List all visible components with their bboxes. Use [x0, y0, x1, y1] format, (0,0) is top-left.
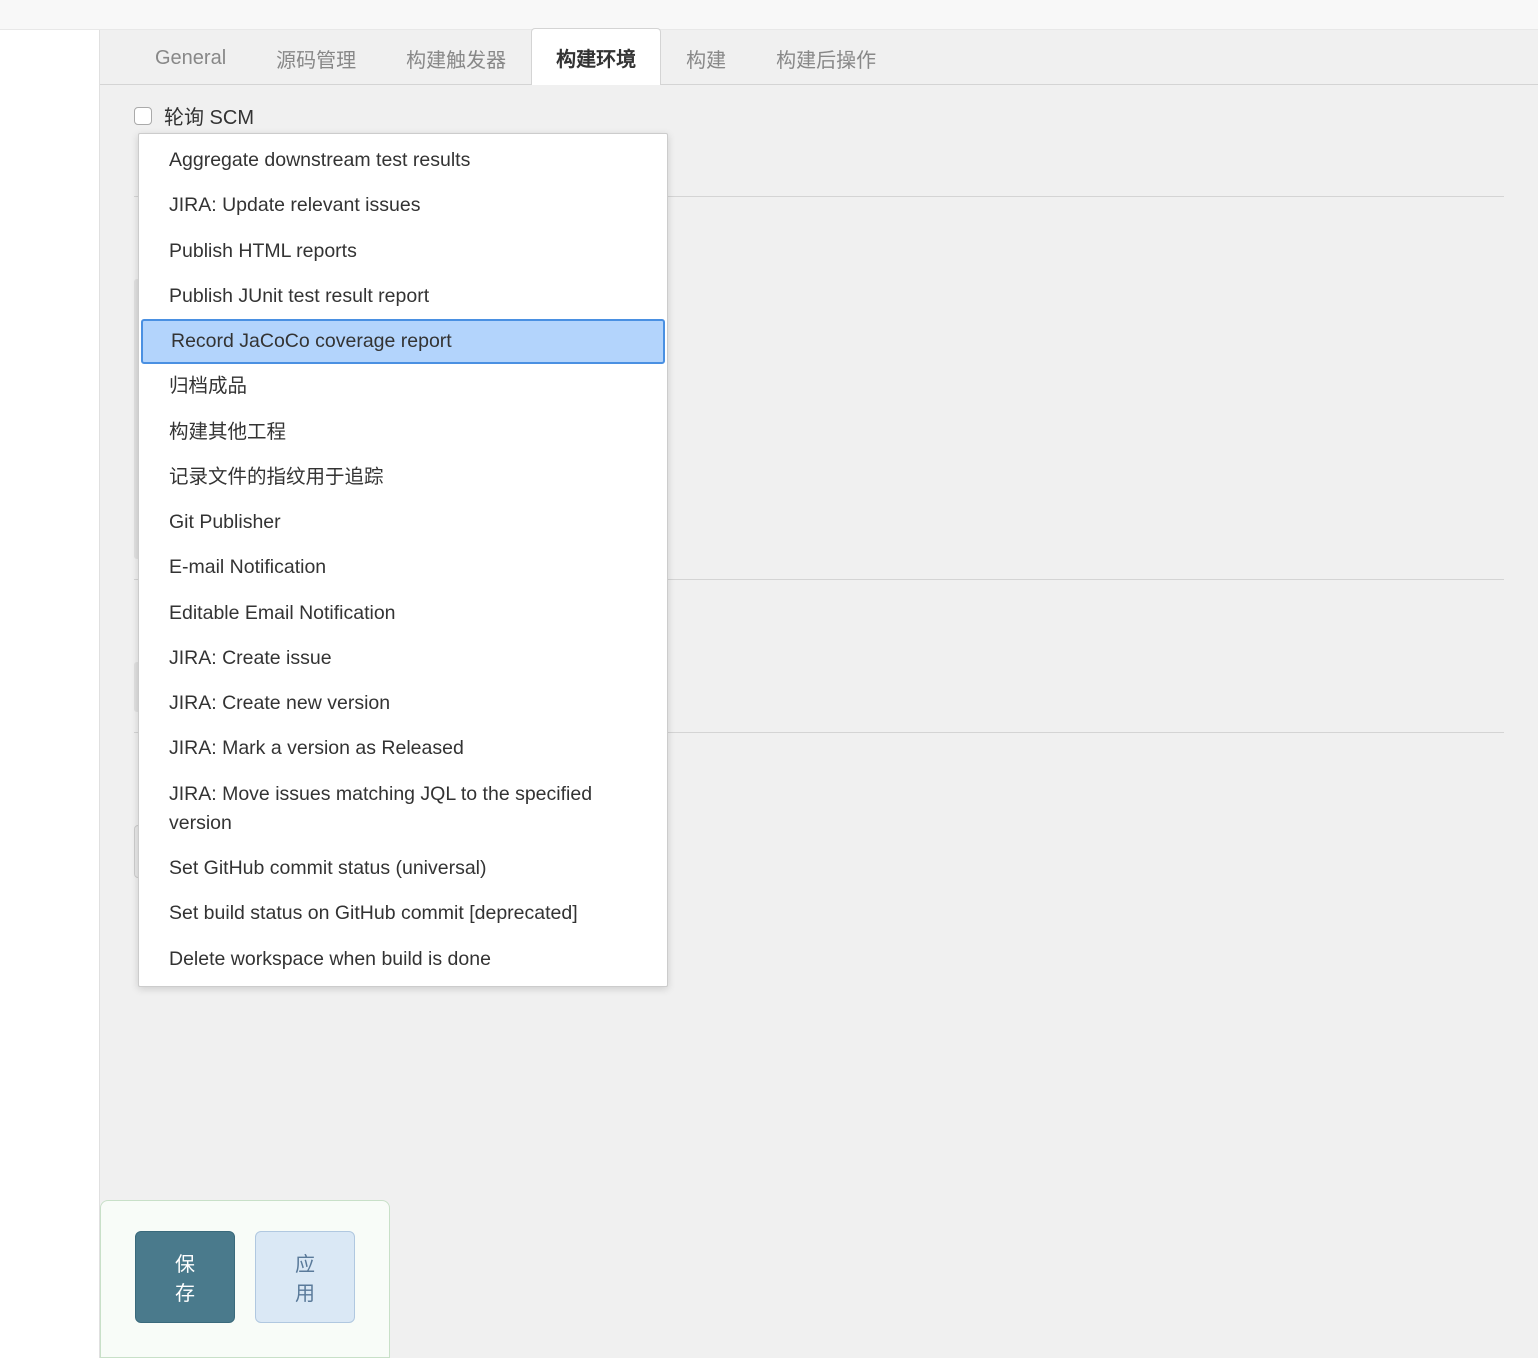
poll-scm-label: 轮询 SCM	[164, 101, 254, 130]
dropdown-item-jira-mark-released[interactable]: JIRA: Mark a version as Released	[139, 726, 667, 771]
tab-general[interactable]: General	[130, 32, 251, 84]
dropdown-item-jira-move-issues[interactable]: JIRA: Move issues matching JQL to the sp…	[139, 772, 667, 847]
tab-bar: General 源码管理 构建触发器 构建环境 构建 构建后操作	[100, 30, 1538, 85]
tab-build-triggers[interactable]: 构建触发器	[381, 29, 531, 87]
container: General 源码管理 构建触发器 构建环境 构建 构建后操作 轮询 SCM	[0, 30, 1538, 1358]
tab-source-control[interactable]: 源码管理	[251, 29, 381, 87]
dropdown-item-publish-junit[interactable]: Publish JUnit test result report	[139, 274, 667, 319]
save-button[interactable]: 保存	[135, 1231, 235, 1323]
dropdown-item-jacoco[interactable]: Record JaCoCo coverage report	[141, 319, 665, 364]
dropdown-item-git-publisher[interactable]: Git Publisher	[139, 500, 667, 545]
dropdown-item-aggregate[interactable]: Aggregate downstream test results	[139, 138, 667, 183]
tab-post-build[interactable]: 构建后操作	[751, 29, 901, 87]
dropdown-item-editable-email[interactable]: Editable Email Notification	[139, 591, 667, 636]
dropdown-item-email[interactable]: E-mail Notification	[139, 545, 667, 590]
dropdown-item-build-other[interactable]: 构建其他工程	[139, 410, 667, 455]
dropdown-item-github-status-deprecated[interactable]: Set build status on GitHub commit [depre…	[139, 891, 667, 936]
poll-scm-checkbox[interactable]	[134, 107, 152, 125]
dropdown-item-delete-workspace[interactable]: Delete workspace when build is done	[139, 937, 667, 982]
dropdown-item-archive[interactable]: 归档成品	[139, 364, 667, 409]
left-sidebar	[0, 30, 100, 1358]
dropdown-item-jira-update[interactable]: JIRA: Update relevant issues	[139, 183, 667, 228]
tab-build-environment[interactable]: 构建环境	[531, 28, 661, 87]
bottom-actions: 保存 应用	[100, 1200, 390, 1358]
top-bar	[0, 0, 1538, 30]
dropdown-item-jira-create-issue[interactable]: JIRA: Create issue	[139, 636, 667, 681]
dropdown-item-github-status[interactable]: Set GitHub commit status (universal)	[139, 846, 667, 891]
dropdown-item-jira-create-version[interactable]: JIRA: Create new version	[139, 681, 667, 726]
dropdown-item-fingerprint[interactable]: 记录文件的指纹用于追踪	[139, 455, 667, 500]
tab-build[interactable]: 构建	[661, 29, 751, 87]
dropdown-item-publish-html[interactable]: Publish HTML reports	[139, 229, 667, 274]
apply-button[interactable]: 应用	[255, 1231, 355, 1323]
main-content: General 源码管理 构建触发器 构建环境 构建 构建后操作 轮询 SCM	[100, 30, 1538, 1358]
post-build-dropdown: Aggregate downstream test results JIRA: …	[138, 133, 668, 987]
content-area: 轮询 SCM 增加构建后操作步骤	[100, 85, 1538, 878]
